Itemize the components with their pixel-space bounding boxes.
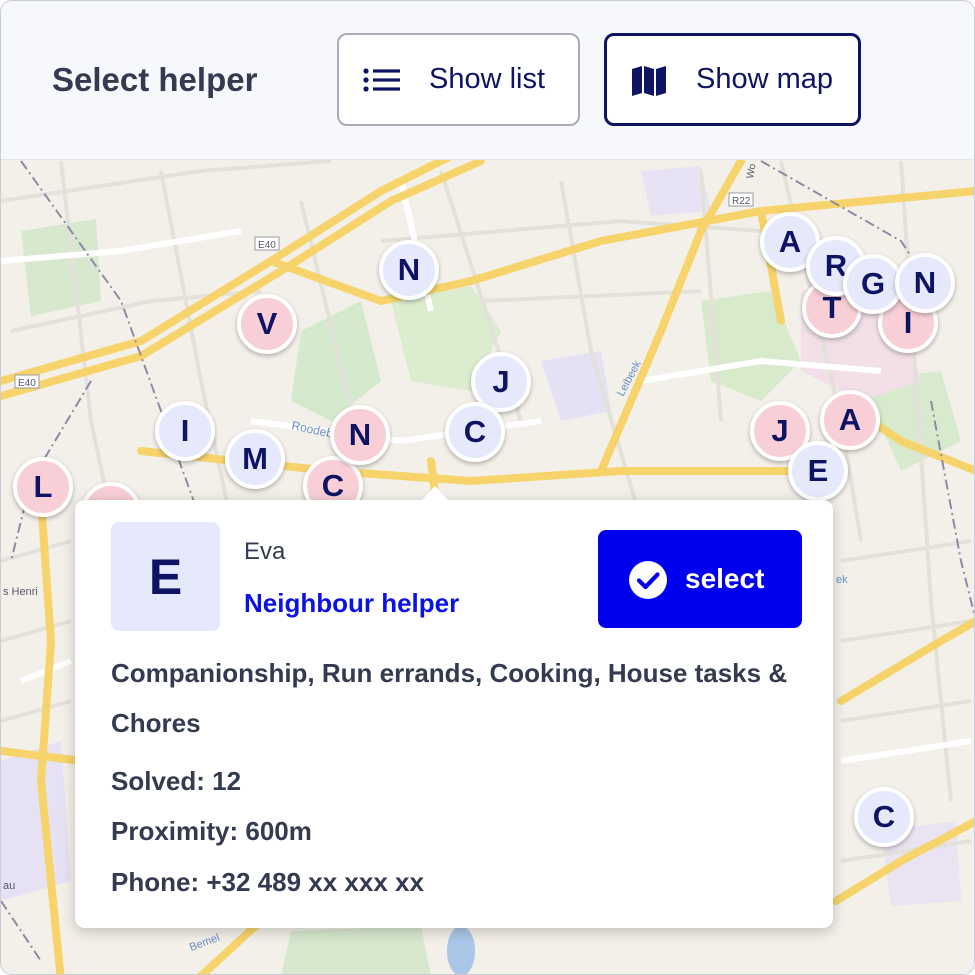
helper-marker[interactable]: N bbox=[895, 253, 955, 313]
list-icon bbox=[363, 68, 400, 92]
popup-caret bbox=[421, 486, 449, 501]
road-label: ek bbox=[836, 574, 848, 586]
helper-marker[interactable]: L bbox=[13, 457, 73, 517]
header: Select helper Show list Show map bbox=[1, 1, 974, 160]
helper-marker[interactable]: C bbox=[445, 402, 505, 462]
select-button[interactable]: select bbox=[598, 530, 802, 628]
road-label: E40 bbox=[18, 378, 36, 389]
road-label: E40 bbox=[258, 240, 276, 251]
page-title: Select helper bbox=[52, 61, 258, 98]
show-map-label: Show map bbox=[696, 63, 834, 95]
helper-marker[interactable]: N bbox=[330, 405, 390, 465]
solved-count: Solved: 12 bbox=[111, 766, 242, 796]
helper-services: Companionship, Run errands, Cooking, Hou… bbox=[111, 658, 788, 738]
helper-detail-popup: E Eva Neighbour helper select Companions… bbox=[75, 486, 833, 928]
phone-number: Phone: +32 489 xx xxx xx bbox=[111, 867, 424, 897]
road-label: au bbox=[3, 880, 15, 892]
helper-role: Neighbour helper bbox=[244, 588, 460, 618]
proximity: Proximity: 600m bbox=[111, 816, 312, 846]
map-icon bbox=[632, 66, 666, 96]
helper-selector: Select helper Show list Show map E40 E40… bbox=[0, 0, 975, 975]
check-circle-icon bbox=[629, 561, 667, 599]
helper-marker[interactable]: N bbox=[379, 240, 439, 300]
road-label: s Henri bbox=[3, 586, 38, 598]
avatar: E bbox=[111, 522, 220, 631]
helper-marker[interactable]: E bbox=[788, 441, 848, 501]
select-label: select bbox=[685, 563, 765, 594]
helper-marker[interactable]: M bbox=[225, 429, 285, 489]
helper-marker[interactable]: I bbox=[155, 401, 215, 461]
helper-name: Eva bbox=[244, 538, 286, 565]
helper-marker[interactable]: C bbox=[854, 787, 914, 847]
show-list-label: Show list bbox=[429, 63, 546, 95]
helper-marker[interactable]: V bbox=[237, 294, 297, 354]
show-list-button[interactable]: Show list bbox=[337, 33, 580, 126]
road-label: R22 bbox=[732, 196, 751, 207]
helper-marker[interactable]: A bbox=[820, 390, 880, 450]
helper-marker[interactable]: G bbox=[843, 254, 903, 314]
show-map-button[interactable]: Show map bbox=[604, 33, 861, 126]
